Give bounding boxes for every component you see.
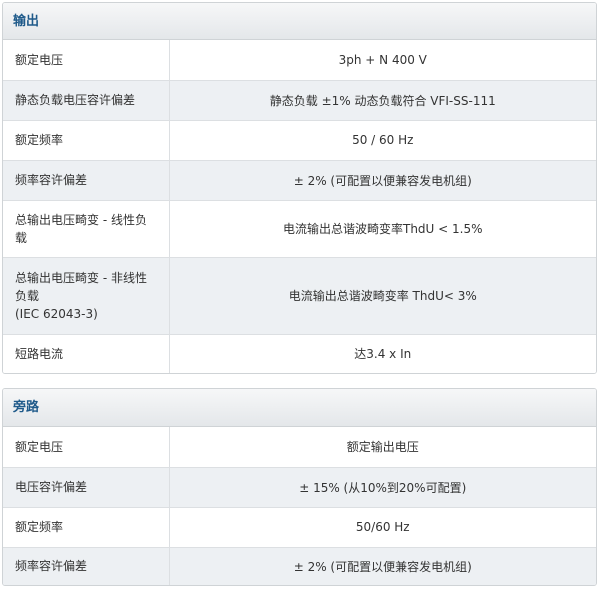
bypass-spec-table: 额定电压 额定输出电压 电压容许偏差 ± 15% (从10%到20%可配置) 额… [3,427,596,585]
spec-value: 50/60 Hz [169,506,596,547]
spec-value: ± 15% (从10%到20%可配置) [169,466,596,507]
table-row: 额定频率 50/60 Hz [3,506,596,547]
spec-label: 电压容许偏差 [3,466,170,507]
table-row: 额定频率 50 / 60 Hz [3,119,596,160]
spec-value: 静态负载 ±1% 动态负载符合 VFI-SS-111 [169,79,596,120]
spec-label: 额定频率 [3,119,170,160]
spec-value: 额定输出电压 [169,427,596,467]
spec-value: ± 2% (可配置以便兼容发电机组) [169,159,596,200]
spec-value: 3ph + N 400 V [169,40,596,80]
table-row: 总输出电压畸变 - 非线性负载 (IEC 62043-3) 电流输出总谐波畸变率… [3,256,596,334]
bypass-panel-title: 旁路 [3,389,596,427]
spec-label: 额定电压 [3,40,170,80]
spec-value: 电流输出总谐波畸变率 ThdU< 3% [169,256,596,334]
spec-label: 静态负载电压容许偏差 [3,79,170,120]
table-row: 总输出电压畸变 - 线性负载 电流输出总谐波畸变率ThdU < 1.5% [3,199,596,257]
spec-label: 总输出电压畸变 - 非线性负载 (IEC 62043-3) [3,256,170,334]
table-row: 电压容许偏差 ± 15% (从10%到20%可配置) [3,466,596,507]
spec-label: 额定电压 [3,427,170,467]
output-spec-table: 额定电压 3ph + N 400 V 静态负载电压容许偏差 静态负载 ±1% 动… [3,40,596,373]
spec-label: 额定频率 [3,506,170,547]
table-row: 额定电压 额定输出电压 [3,427,596,467]
spec-value: 达3.4 x In [169,333,596,373]
output-panel-title: 输出 [3,3,596,40]
spec-value: 50 / 60 Hz [169,119,596,160]
spec-label: 频率容许偏差 [3,159,170,200]
spec-value: ± 2% (可配置以便兼容发电机组) [169,546,596,585]
spec-label: 总输出电压畸变 - 线性负载 [3,199,170,257]
table-row: 短路电流 达3.4 x In [3,333,596,373]
bypass-panel: 旁路 额定电压 额定输出电压 电压容许偏差 ± 15% (从10%到20%可配置… [2,388,597,586]
spec-label: 频率容许偏差 [3,546,170,585]
table-row: 额定电压 3ph + N 400 V [3,40,596,80]
output-panel: 输出 额定电压 3ph + N 400 V 静态负载电压容许偏差 静态负载 ±1… [2,2,597,374]
table-row: 频率容许偏差 ± 2% (可配置以便兼容发电机组) [3,159,596,200]
spec-label: 短路电流 [3,333,170,373]
table-row: 静态负载电压容许偏差 静态负载 ±1% 动态负载符合 VFI-SS-111 [3,79,596,120]
table-row: 频率容许偏差 ± 2% (可配置以便兼容发电机组) [3,546,596,585]
spec-value: 电流输出总谐波畸变率ThdU < 1.5% [169,199,596,257]
